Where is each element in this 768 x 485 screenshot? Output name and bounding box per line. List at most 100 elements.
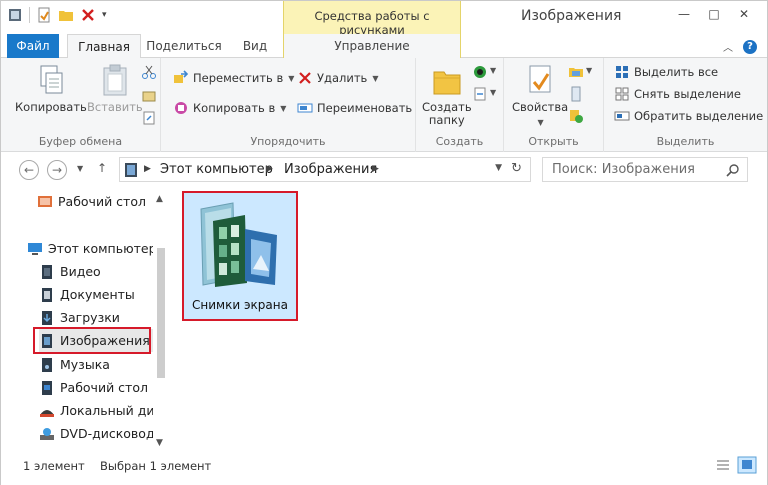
scroll-thumb[interactable] [157,248,165,378]
group-create-label: Создать [435,135,484,148]
pictures-highlight-frame [33,327,151,354]
back-button[interactable]: ← [19,160,39,180]
breadcrumb-this-pc[interactable]: Этот компьютер [160,162,273,177]
select-none-icon [615,87,629,101]
delete-label: Удалить [317,71,368,85]
nav-item-label: Этот компьютер [48,241,153,256]
nav-item-desktop-2[interactable]: Рабочий стол [39,376,153,399]
qat-customize-icon[interactable]: ▾ [102,10,107,20]
nav-item-desktop[interactable]: Рабочий стол [37,190,153,213]
new-folder-icon[interactable] [58,7,74,23]
select-none-button[interactable]: Снять выделение [614,84,741,104]
status-item-count: 1 элемент [23,459,85,473]
paste-label: Вставить [87,100,143,114]
desktop-icon [42,380,52,395]
breadcrumb-pictures[interactable]: Изображения [284,162,377,177]
refresh-icon[interactable]: ↻ [511,161,522,176]
navigation-pane: Рабочий стол Этот компьютер Видео Докуме… [1,188,169,454]
new-folder-button[interactable]: Создать папку [422,64,472,127]
search-icon[interactable] [726,163,740,177]
forward-button[interactable]: → [47,160,67,180]
address-dropdown-icon[interactable]: ▼ [495,163,502,173]
scroll-up-icon[interactable]: ▲ [156,194,163,204]
nav-item-this-pc[interactable]: Этот компьютер [27,237,153,260]
select-all-icon [616,66,628,78]
select-all-button[interactable]: Выделить все [614,62,718,82]
delete-icon[interactable] [80,7,96,23]
tab-manage[interactable]: Управление [283,34,461,58]
nav-item-label: Видео [60,264,101,279]
nav-item-dvd[interactable]: DVD-дисковод [39,422,153,445]
copy-path-icon[interactable] [141,88,157,104]
explorer-window: ▾ Средства работы с рисунками Изображени… [0,0,768,485]
scroll-down-icon[interactable]: ▼ [156,438,163,448]
select-all-label: Выделить все [634,65,719,79]
tab-share[interactable]: Поделиться [143,34,225,58]
easy-access-caret-icon[interactable]: ▼ [490,88,496,97]
music-library-icon [42,357,52,372]
copy-icon [40,65,63,94]
easy-access-icon[interactable] [472,86,488,102]
new-item-icon[interactable] [472,64,488,80]
paste-button[interactable]: Вставить [87,64,143,114]
new-folder-big-icon [433,71,461,95]
minimize-button[interactable]: — [669,3,699,25]
paste-shortcut-icon[interactable] [141,110,157,126]
search-box[interactable]: Поиск: Изображения [542,157,748,182]
delete-caret-icon: ▼ [372,73,379,83]
properties-icon[interactable] [36,7,52,23]
history-icon[interactable] [568,108,584,124]
search-input[interactable]: Поиск: Изображения [552,162,695,177]
copy-label: Копировать [15,100,87,114]
breadcrumb-separator-icon[interactable]: ▶ [266,164,273,174]
tab-view[interactable]: Вид [229,34,281,58]
properties-label: Свойства [512,100,569,114]
cut-icon[interactable] [141,64,157,80]
nav-item-label: Рабочий стол [58,194,146,209]
open-icon[interactable] [568,64,584,80]
edit-icon[interactable] [568,86,584,102]
nav-item-documents[interactable]: Документы [39,283,153,306]
maximize-button[interactable]: □ [699,3,729,25]
ribbon-controls: ︿ ? [723,39,757,54]
dvd-drive-icon [40,427,54,440]
tab-file[interactable]: Файл [7,34,59,58]
group-clipboard-label: Буфер обмена [38,135,123,148]
address-bar[interactable]: ▶ Этот компьютер ▶ Изображения ▶ ▼ ↻ [119,157,531,182]
rename-button[interactable]: Переименовать [297,98,412,118]
group-open-label: Открыть [528,135,579,148]
properties-button[interactable]: Свойства ▼ [512,64,568,129]
recent-locations-icon[interactable]: ▼ [77,164,83,173]
ribbon: Копировать Вставить Буфер обмена Перемес… [1,58,767,152]
open-caret-icon[interactable]: ▼ [586,66,592,75]
close-button[interactable]: ✕ [729,3,759,25]
pictures-library-icon [125,163,137,177]
navpane-scrollbar[interactable]: ▲ ▼ [153,188,169,454]
nav-item-local-disk[interactable]: Локальный дис [39,399,153,422]
ribbon-collapse-icon[interactable]: ︿ [723,39,733,54]
nav-item-video[interactable]: Видео [39,260,153,283]
help-icon[interactable]: ? [743,39,757,54]
window-bottom-edge [1,476,767,485]
copy-button[interactable]: Копировать [15,64,87,114]
nav-item-music[interactable]: Музыка [39,353,153,376]
copy-to-button[interactable]: Копировать в ▼ [173,98,286,118]
nav-item-downloads[interactable]: Загрузки [39,306,153,329]
explorer-app-icon[interactable] [7,7,23,23]
large-icons-view-icon[interactable] [737,456,757,474]
navigation-row: ← → ▼ ↑ ▶ Этот компьютер ▶ Изображения ▶… [1,152,767,188]
rename-label: Переименовать [317,101,413,115]
new-item-caret-icon[interactable]: ▼ [490,66,496,75]
move-to-icon [174,70,189,83]
breadcrumb-separator-icon[interactable]: ▶ [144,164,151,174]
tab-home[interactable]: Главная [67,34,141,59]
details-view-icon[interactable] [713,456,733,474]
copy-to-label: Копировать в [193,101,276,115]
up-button[interactable]: ↑ [97,161,107,175]
breadcrumb-separator-icon[interactable]: ▶ [372,164,379,174]
invert-selection-button[interactable]: Обратить выделение [614,106,763,126]
title-bar: ▾ Средства работы с рисунками Изображени… [1,1,767,37]
move-to-button[interactable]: Переместить в ▼ [173,68,294,88]
computer-icon [28,242,42,255]
delete-button[interactable]: Удалить ▼ [297,68,378,88]
